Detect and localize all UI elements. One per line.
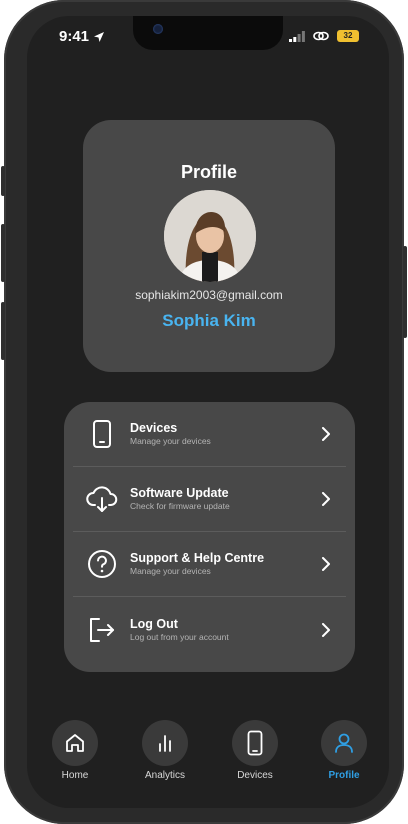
logout-icon	[84, 612, 120, 648]
menu-item-title: Software Update	[130, 486, 229, 500]
menu-item-subtitle: Manage your devices	[130, 436, 211, 446]
tab-analytics[interactable]: Analytics	[125, 720, 205, 781]
status-icons: 32	[289, 30, 359, 42]
chevron-right-icon	[314, 422, 338, 446]
status-time: 9:41	[59, 28, 105, 45]
menu-item-log-out[interactable]: Log Out Log out from your account	[73, 597, 346, 662]
time-label: 9:41	[59, 28, 90, 45]
front-camera	[153, 24, 163, 34]
menu-item-support[interactable]: Support & Help Centre Manage your device…	[73, 532, 346, 597]
menu-item-subtitle: Check for firmware update	[130, 501, 230, 511]
analytics-icon	[142, 720, 188, 766]
help-icon	[84, 546, 120, 582]
dynamic-island	[133, 16, 283, 50]
tab-label: Analytics	[144, 770, 185, 781]
tab-profile[interactable]: Profile	[304, 720, 384, 781]
tab-label: Home	[61, 770, 89, 781]
battery-icon: 32	[337, 30, 359, 42]
tab-bar: Home Analytics Devices Profile	[27, 720, 389, 790]
chevron-right-icon	[314, 487, 338, 511]
tab-label: Profile	[328, 770, 360, 781]
tab-label: Devices	[237, 770, 273, 781]
menu-item-software-update[interactable]: Software Update Check for firmware updat…	[73, 467, 346, 532]
user-icon	[321, 720, 367, 766]
settings-menu: Devices Manage your devices Software Upd…	[64, 402, 355, 672]
avatar[interactable]	[164, 190, 256, 282]
tab-home[interactable]: Home	[35, 720, 115, 781]
power-button	[403, 246, 407, 338]
link-icon	[313, 31, 329, 41]
phone-frame: 9:41 32 Profile sophiakim2003@gmail.com …	[1, 0, 407, 824]
home-icon	[52, 720, 98, 766]
screen: 9:41 32 Profile sophiakim2003@gmail.com …	[27, 16, 389, 808]
silent-switch	[1, 166, 5, 196]
chevron-right-icon	[314, 618, 338, 642]
menu-item-devices[interactable]: Devices Manage your devices	[73, 402, 346, 467]
profile-title: Profile	[180, 162, 237, 182]
menu-item-subtitle: Manage your devices	[130, 566, 211, 576]
location-arrow-icon	[94, 31, 105, 42]
cloud-download-icon	[84, 481, 120, 517]
menu-item-title: Log Out	[130, 616, 178, 631]
tab-devices[interactable]: Devices	[215, 720, 295, 781]
menu-item-title: Support & Help Centre	[130, 551, 265, 565]
chevron-right-icon	[314, 552, 338, 576]
menu-item-title: Devices	[130, 421, 178, 435]
profile-email: sophiakim2003@gmail.com	[135, 288, 283, 302]
volume-down-button	[1, 302, 5, 360]
phone-icon	[84, 416, 120, 452]
menu-item-subtitle: Log out from your account	[130, 631, 229, 642]
signal-icon	[289, 30, 305, 42]
volume-up-button	[1, 224, 5, 282]
profile-name: Sophia Kim	[162, 311, 256, 330]
avatar-photo-icon	[164, 190, 256, 282]
profile-card: Profile sophiakim2003@gmail.com Sophia K…	[83, 120, 335, 372]
phone-icon	[232, 720, 278, 766]
